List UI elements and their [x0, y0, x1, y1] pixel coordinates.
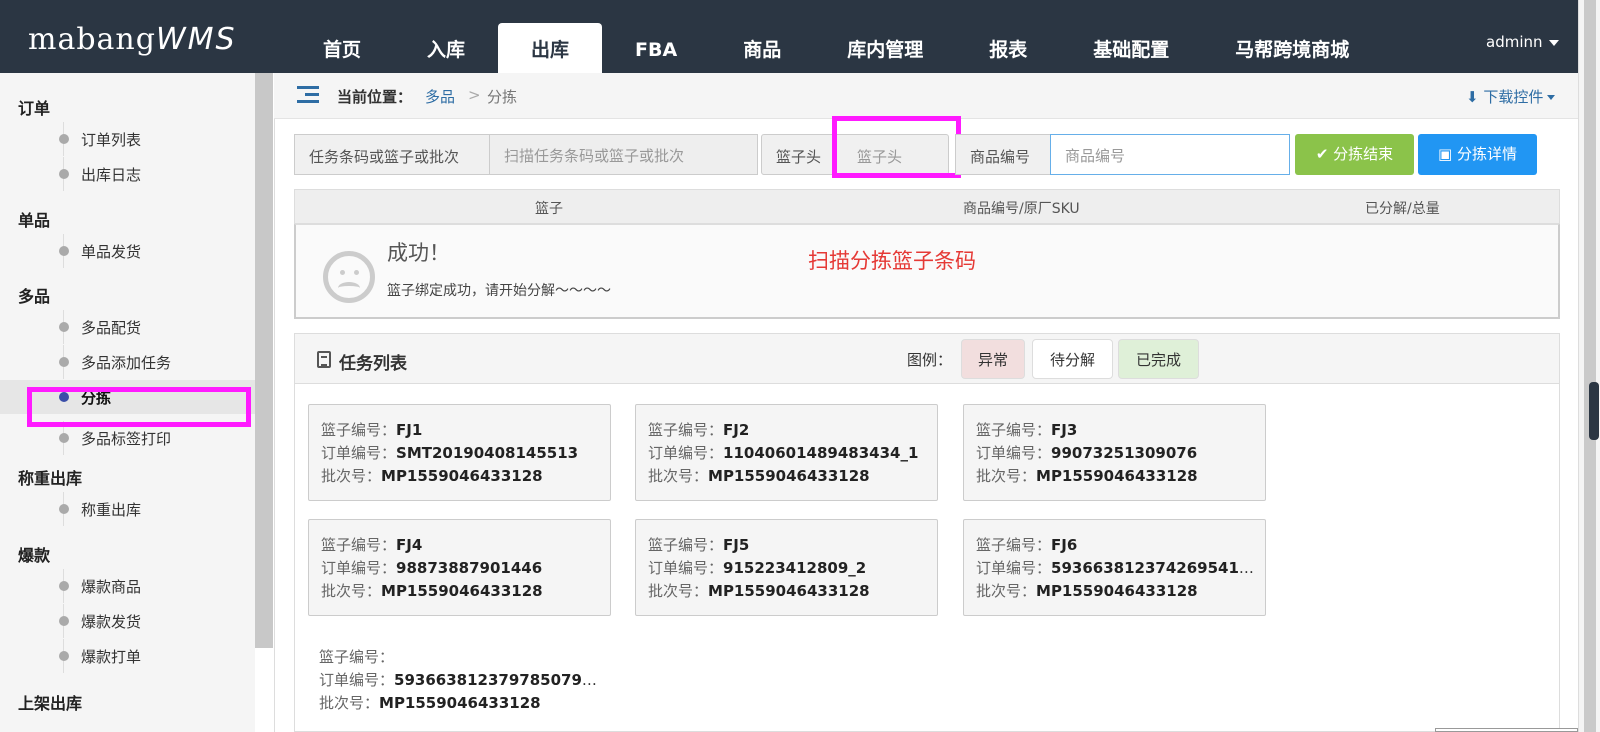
sorting-detail-button[interactable]: ▣ 分拣详情 [1418, 134, 1537, 175]
scrollbar-grip[interactable] [1589, 382, 1599, 440]
nav-reports[interactable]: 报表 [956, 23, 1060, 73]
caret-down-icon [1547, 95, 1556, 100]
nav-home[interactable]: 首页 [290, 23, 394, 73]
bullet-icon [59, 134, 69, 144]
sidebar-item-order-list[interactable]: 订单列表 [0, 122, 255, 156]
legend-pending: 待分解 [1032, 339, 1113, 379]
sidebar-group-weigh[interactable]: 称重出库 [18, 465, 82, 489]
task-list-header: 任务列表 图例： 异常 待分解 已完成 [295, 334, 1559, 384]
sidebar-item-single-ship[interactable]: 单品发货 [0, 234, 255, 268]
message-title: 成功！ [387, 241, 450, 265]
sidebar-item-hot-ship[interactable]: 爆款发货 [0, 604, 255, 638]
col-progress: 已分解/总量 [1365, 201, 1440, 217]
bullet-icon [59, 616, 69, 626]
page-scrollbar[interactable] [1578, 0, 1600, 732]
sidebar-group-hot[interactable]: 爆款 [18, 542, 50, 566]
menu-toggle-icon[interactable] [297, 86, 319, 104]
task-card[interactable]: 篮子编号：FJ2 订单编号：11040601489483434_1 批次号：MP… [635, 404, 938, 501]
task-barcode-group: 任务条码或篮子或批次 扫描任务条码或篮子或批次 [294, 134, 758, 175]
corner-widget [1435, 728, 1578, 732]
sad-face-icon [323, 251, 375, 303]
sidebar-group-multi[interactable]: 多品 [18, 283, 50, 307]
clipboard-icon [317, 351, 331, 368]
highlight-basket-annotation [832, 116, 961, 178]
check-icon: ✔ [1315, 145, 1334, 163]
scrollbar-thumb[interactable] [1584, 0, 1596, 732]
legend-label: 图例： [907, 351, 953, 369]
task-card[interactable]: 篮子编号：FJ1 订单编号：SMT20190408145513 批次号：MP15… [308, 404, 611, 501]
sku-label-box: 商品编号 [955, 134, 1051, 175]
user-menu[interactable]: adminn [1486, 33, 1559, 51]
legend-abnormal: 异常 [961, 339, 1025, 379]
bullet-icon [59, 651, 69, 661]
sidebar-group-orders[interactable]: 订单 [18, 95, 50, 119]
download-icon: ⬇ [1466, 88, 1484, 106]
basket-head-label: 篮子头 [776, 148, 822, 166]
bullet-icon [59, 246, 69, 256]
nav-config[interactable]: 基础配置 [1060, 23, 1202, 73]
sorting-table-header: 篮子 商品编号/原厂SKU 已分解/总量 [294, 189, 1560, 224]
caret-down-icon [1548, 39, 1559, 46]
download-plugin-link[interactable]: ⬇ 下载控件 [1466, 86, 1556, 107]
breadcrumb: 当前位置： 多品 > 分拣 ⬇ 下载控件 [274, 73, 1578, 119]
sku-label: 商品编号 [970, 148, 1031, 166]
breadcrumb-prefix: 当前位置： [337, 88, 413, 106]
bullet-icon [59, 322, 69, 332]
nav-inbound[interactable]: 入库 [394, 23, 498, 73]
sidebar-item-weigh-out[interactable]: 称重出库 [0, 492, 255, 526]
sidebar-item-hot-print[interactable]: 爆款打单 [0, 639, 255, 673]
nav-products[interactable]: 商品 [710, 23, 814, 73]
task-list-panel: 任务列表 图例： 异常 待分解 已完成 篮子编号：FJ1 订单编号：SMT201… [294, 333, 1560, 732]
bullet-icon [59, 581, 69, 591]
task-card[interactable]: 篮子编号：FJ3 订单编号：99073251309076 批次号：MP15590… [963, 404, 1266, 501]
task-barcode-label: 任务条码或篮子或批次 [309, 148, 460, 166]
top-navbar: mabangWMS 首页 入库 出库 FBA 商品 库内管理 报表 基础配置 马… [0, 0, 1600, 73]
message-subtitle: 篮子绑定成功，请开始分解～～～～ [387, 283, 611, 299]
nav-fba[interactable]: FBA [602, 23, 710, 73]
task-card[interactable]: 篮子编号： 订单编号：5936638123797850791... 批次号：MP… [307, 634, 610, 731]
nav-outbound[interactable]: 出库 [498, 23, 603, 73]
highlight-sorting-annotation [27, 387, 251, 427]
sidebar-scrollbar[interactable] [255, 73, 273, 648]
col-basket: 篮子 [535, 201, 563, 217]
task-barcode-input[interactable]: 扫描任务条码或篮子或批次 [489, 134, 758, 175]
breadcrumb-separator: > [468, 86, 481, 104]
col-sku: 商品编号/原厂SKU [963, 201, 1080, 217]
bullet-icon [59, 169, 69, 179]
breadcrumb-parent-link[interactable]: 多品 [425, 86, 455, 107]
bullet-icon [59, 504, 69, 514]
clipboard-icon: ▣ [1438, 145, 1457, 163]
sidebar-group-single[interactable]: 单品 [18, 207, 50, 231]
scan-message-box: 成功！ 篮子绑定成功，请开始分解～～～～ 扫描分拣篮子条码 [294, 224, 1560, 319]
app-logo[interactable]: mabangWMS [28, 22, 237, 57]
sku-input[interactable]: 商品编号 [1050, 134, 1290, 175]
sidebar-group-shelf[interactable]: 上架出库 [18, 690, 82, 714]
task-list-title: 任务列表 [339, 354, 407, 374]
task-card[interactable]: 篮子编号：FJ6 订单编号：5936638123742695414... 批次号… [963, 519, 1266, 616]
sidebar-item-multi-allocate[interactable]: 多品配货 [0, 310, 255, 344]
breadcrumb-current: 分拣 [487, 88, 518, 106]
sidebar-item-multi-add-task[interactable]: 多品添加任务 [0, 345, 255, 379]
finish-sorting-button[interactable]: ✔ 分拣结束 [1295, 134, 1414, 175]
task-card[interactable]: 篮子编号：FJ5 订单编号：915223412809_2 批次号：MP15590… [635, 519, 938, 616]
sidebar-item-outbound-log[interactable]: 出库日志 [0, 157, 255, 191]
main-nav: 首页 入库 出库 FBA 商品 库内管理 报表 基础配置 马帮跨境商城 [290, 23, 1382, 73]
bullet-icon [59, 433, 69, 443]
scan-prompt: 扫描分拣篮子条码 [808, 249, 976, 273]
bullet-icon [59, 357, 69, 367]
nav-mall[interactable]: 马帮跨境商城 [1202, 23, 1382, 73]
task-card[interactable]: 篮子编号：FJ4 订单编号：98873887901446 批次号：MP15590… [308, 519, 611, 616]
nav-warehouse[interactable]: 库内管理 [814, 23, 956, 73]
legend-done: 已完成 [1118, 339, 1199, 379]
sidebar-item-hot-products[interactable]: 爆款商品 [0, 569, 255, 603]
